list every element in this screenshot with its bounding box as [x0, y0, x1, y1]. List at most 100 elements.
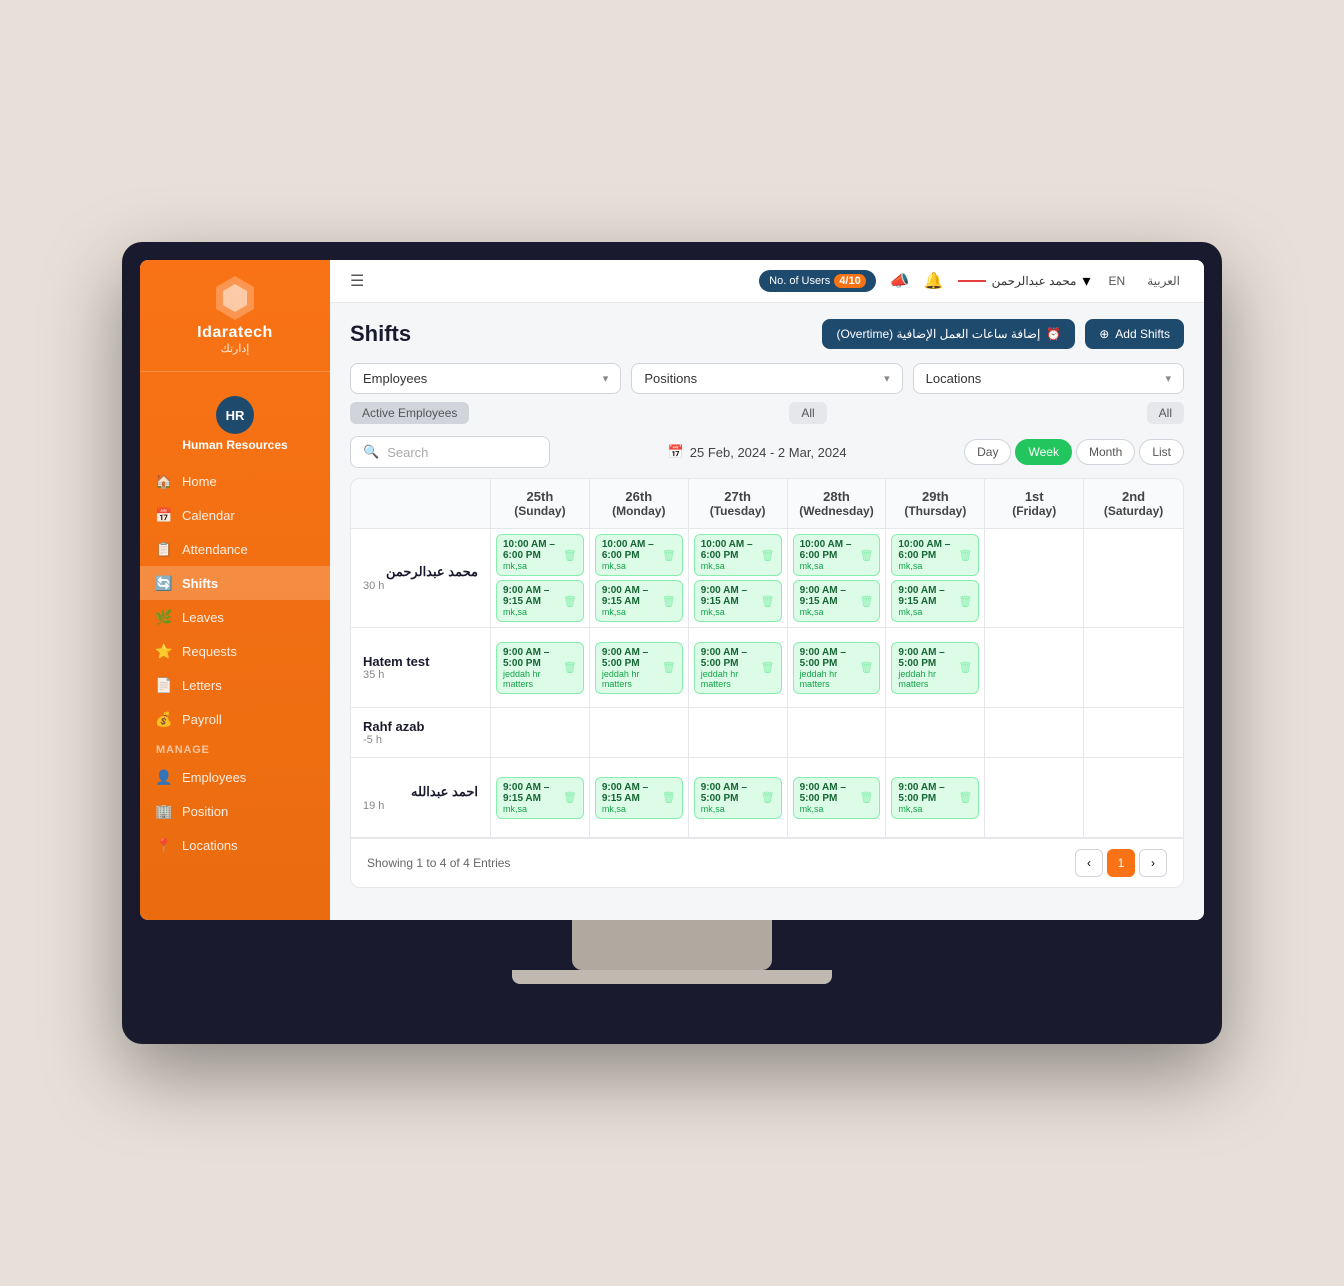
shift-card[interactable]: 9:00 AM – 9:15 AMmk,sa 🗑 [595, 580, 683, 622]
view-week-button[interactable]: Week [1015, 439, 1071, 465]
overtime-button[interactable]: ⏰ إضافة ساعات العمل الإضافية (Overtime) [822, 319, 1075, 349]
shift-time: 9:00 AM – 5:00 PM [800, 782, 860, 804]
add-shifts-button[interactable]: ⊕ Add Shifts [1085, 319, 1184, 349]
shift-table: 25th (Sunday) 26th (Monday) 27th (Tuesda… [350, 478, 1184, 888]
sidebar-item-employees[interactable]: 👤 Employees [140, 760, 330, 794]
trash-icon[interactable]: 🗑 [563, 661, 577, 674]
sidebar-item-payroll[interactable]: 💰 Payroll [140, 702, 330, 736]
sidebar-item-locations[interactable]: 📍 Locations [140, 828, 330, 862]
sidebar-item-shifts[interactable]: 🔄 Shifts [140, 566, 330, 600]
sidebar-item-letters[interactable]: 📄 Letters [140, 668, 330, 702]
locations-filter[interactable]: Locations ▾ [913, 363, 1184, 394]
shift-card[interactable]: 9:00 AM – 9:15 AMmk,sa 🗑 [595, 777, 683, 819]
trash-icon[interactable]: 🗑 [859, 549, 873, 562]
sidebar-item-calendar[interactable]: 📅 Calendar [140, 498, 330, 532]
all-tag-1[interactable]: All [789, 402, 826, 424]
trash-icon[interactable]: 🗑 [662, 791, 676, 804]
lang-en[interactable]: EN [1105, 272, 1130, 290]
shift-cell: 10:00 AM – 6:00 PMmk,sa 🗑 9:00 AM – 9:15… [788, 529, 887, 627]
employee-name: احمد عبدالله [363, 784, 478, 800]
search-box[interactable]: 🔍 Search [350, 436, 550, 468]
trash-icon[interactable]: 🗑 [958, 661, 972, 674]
view-list-button[interactable]: List [1139, 439, 1184, 465]
shift-time: 9:00 AM – 9:15 AM [800, 585, 860, 607]
trash-icon[interactable]: 🗑 [958, 549, 972, 562]
sidebar-item-home[interactable]: 🏠 Home [140, 464, 330, 498]
shift-card[interactable]: 9:00 AM – 5:00 PMmk,sa 🗑 [694, 777, 782, 819]
trash-icon[interactable]: 🗑 [958, 791, 972, 804]
trash-icon[interactable]: 🗑 [662, 549, 676, 562]
home-icon: 🏠 [156, 473, 172, 489]
shift-card[interactable]: 10:00 AM – 6:00 PMmk,sa 🗑 [891, 534, 979, 576]
employees-filter[interactable]: Employees ▾ [350, 363, 621, 394]
chevron-down-icon: ▾ [1083, 271, 1091, 291]
calendar-icon: 📅 [156, 507, 172, 523]
col-day-name: (Tuesday) [697, 504, 779, 518]
prev-page-button[interactable]: ‹ [1075, 849, 1103, 877]
shift-cell: 9:00 AM – 5:00 PMjeddah hr matters 🗑 [886, 628, 985, 707]
trash-icon[interactable]: 🗑 [662, 595, 676, 608]
next-page-button[interactable]: › [1139, 849, 1167, 877]
trash-icon[interactable]: 🗑 [761, 549, 775, 562]
trash-icon[interactable]: 🗑 [761, 595, 775, 608]
trash-icon[interactable]: 🗑 [859, 661, 873, 674]
positions-filter[interactable]: Positions ▾ [631, 363, 902, 394]
megaphone-icon[interactable]: 📣 [890, 271, 910, 291]
shift-card[interactable]: 10:00 AM – 6:00 PMmk,sa 🗑 [595, 534, 683, 576]
shift-loc: mk,sa [898, 561, 958, 571]
employee-cell-3: Rahf azab -5 h [351, 708, 491, 757]
shift-card[interactable]: 10:00 AM – 6:00 PMmk,sa 🗑 [694, 534, 782, 576]
shift-cell-empty [590, 708, 689, 757]
trash-icon[interactable]: 🗑 [859, 791, 873, 804]
trash-icon[interactable]: 🗑 [859, 595, 873, 608]
sidebar-item-attendance[interactable]: 📋 Attendance [140, 532, 330, 566]
shift-card[interactable]: 10:00 AM – 6:00 PMmk,sa 🗑 [496, 534, 584, 576]
view-month-button[interactable]: Month [1076, 439, 1135, 465]
employees-icon: 👤 [156, 769, 172, 785]
shift-loc: mk,sa [701, 804, 761, 814]
hamburger-icon[interactable]: ☰ [350, 271, 364, 291]
sidebar-item-position[interactable]: 🏢 Position [140, 794, 330, 828]
trash-icon[interactable]: 🗑 [563, 549, 577, 562]
shift-card[interactable]: 9:00 AM – 5:00 PMmk,sa 🗑 [793, 777, 881, 819]
shift-card[interactable]: 10:00 AM – 6:00 PMmk,sa 🗑 [793, 534, 881, 576]
shift-card[interactable]: 9:00 AM – 5:00 PMjeddah hr matters 🗑 [694, 642, 782, 694]
active-employees-tag[interactable]: Active Employees [350, 402, 469, 424]
trash-icon[interactable]: 🗑 [761, 791, 775, 804]
view-day-button[interactable]: Day [964, 439, 1011, 465]
page-1-button[interactable]: 1 [1107, 849, 1135, 877]
shift-card[interactable]: 9:00 AM – 9:15 AMmk,sa 🗑 [793, 580, 881, 622]
trash-icon[interactable]: 🗑 [761, 661, 775, 674]
trash-icon[interactable]: 🗑 [563, 791, 577, 804]
shift-card[interactable]: 9:00 AM – 9:15 AMmk,sa 🗑 [496, 777, 584, 819]
employee-name: محمد عبدالرحمن [363, 564, 478, 580]
sidebar-item-leaves[interactable]: 🌿 Leaves [140, 600, 330, 634]
user-info[interactable]: محمد عبدالرحمن ▾ [958, 271, 1091, 291]
shift-card[interactable]: 9:00 AM – 5:00 PMjeddah hr matters 🗑 [891, 642, 979, 694]
shift-card[interactable]: 9:00 AM – 5:00 PMjeddah hr matters 🗑 [793, 642, 881, 694]
sidebar-item-requests[interactable]: ⭐ Requests [140, 634, 330, 668]
col-day-name: (Sunday) [499, 504, 581, 518]
shift-card[interactable]: 9:00 AM – 5:00 PMjeddah hr matters 🗑 [595, 642, 683, 694]
shift-card[interactable]: 9:00 AM – 5:00 PMmk,sa 🗑 [891, 777, 979, 819]
cal-toolbar: 🔍 Search 📅 25 Feb, 2024 - 2 Mar, 2024 Da… [350, 436, 1184, 468]
trash-icon[interactable]: 🗑 [662, 661, 676, 674]
filters-row: Employees ▾ Positions ▾ Locations ▾ [350, 363, 1184, 394]
shift-time: 9:00 AM – 9:15 AM [701, 585, 761, 607]
shift-card[interactable]: 9:00 AM – 5:00 PMjeddah hr matters 🗑 [496, 642, 584, 694]
bell-icon[interactable]: 🔔 [924, 271, 944, 291]
shift-card[interactable]: 9:00 AM – 9:15 AMmk,sa 🗑 [694, 580, 782, 622]
trash-icon[interactable]: 🗑 [958, 595, 972, 608]
shift-loc: mk,sa [602, 561, 662, 571]
shift-card[interactable]: 9:00 AM – 9:15 AMmk,sa 🗑 [891, 580, 979, 622]
employee-name: Rahf azab [363, 719, 478, 734]
pagination-row: Showing 1 to 4 of 4 Entries ‹ 1 › [351, 838, 1183, 887]
shift-card[interactable]: 9:00 AM – 9:15 AMmk,sa 🗑 [496, 580, 584, 622]
content-area: Shifts ⏰ إضافة ساعات العمل الإضافية (Ove… [330, 303, 1204, 920]
all-tag-2[interactable]: All [1147, 402, 1184, 424]
employee-cell-2: Hatem test 35 h [351, 628, 491, 707]
lang-ar[interactable]: العربية [1143, 272, 1184, 290]
main-content: ☰ No. of Users 4/10 📣 🔔 محمد عبدالرحمن ▾… [330, 260, 1204, 920]
employee-hours: 19 h [363, 800, 478, 812]
trash-icon[interactable]: 🗑 [563, 595, 577, 608]
